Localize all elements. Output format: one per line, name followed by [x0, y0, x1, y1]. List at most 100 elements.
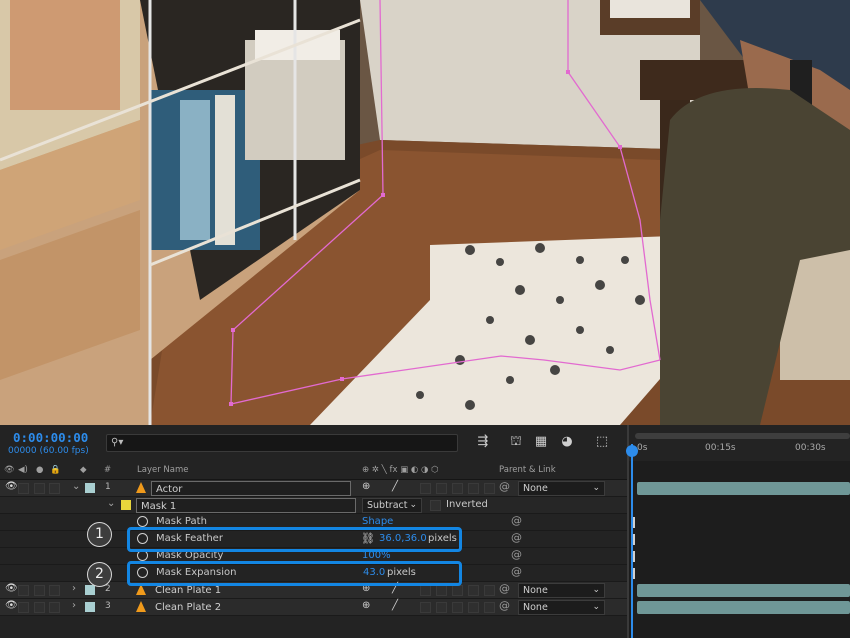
- layer-switches-icons: ⊕ ✲ ╲ fx ▣ ◐ ◑ ⬡: [362, 465, 439, 475]
- time-ruler[interactable]: 0s 00:15s 00:30s: [629, 425, 850, 461]
- frame-blend-toggle[interactable]: [436, 602, 447, 613]
- frame-blending-icon[interactable]: ▦: [531, 433, 551, 451]
- timeline-graph[interactable]: 0s 00:15s 00:30s: [627, 425, 850, 638]
- layer-duration-bar-actor[interactable]: [637, 482, 850, 495]
- current-time-indicator-handle[interactable]: [626, 445, 638, 457]
- layer-label-color[interactable]: [85, 483, 95, 493]
- quality-switch-icon[interactable]: ╱: [392, 481, 398, 492]
- eye-icon[interactable]: 👁: [5, 600, 18, 611]
- pickwhip-icon[interactable]: @: [499, 599, 510, 612]
- effect-toggle[interactable]: [420, 483, 431, 494]
- layer-duration-bar-clean-plate-1[interactable]: [637, 584, 850, 597]
- shy-switch-icon[interactable]: ⊕: [362, 600, 370, 611]
- inverted-checkbox[interactable]: [430, 500, 441, 511]
- audio-switch-icon[interactable]: ◀): [18, 465, 28, 475]
- 3d-layer-toggle[interactable]: [484, 483, 495, 494]
- motion-blur-icon[interactable]: ◕: [557, 433, 577, 451]
- solo-toggle[interactable]: [34, 602, 45, 613]
- chevron-down-icon[interactable]: ⌄: [107, 498, 115, 509]
- adjustment-toggle[interactable]: [468, 585, 479, 596]
- mask-path-value[interactable]: Shape: [362, 516, 393, 527]
- quality-switch-icon[interactable]: ╱: [392, 600, 398, 611]
- video-switch-icon[interactable]: 👁: [4, 465, 15, 475]
- keyframe-marker[interactable]: [633, 551, 635, 562]
- mask-row[interactable]: ⌄ Mask 1 Subtract ⌄ Inverted: [0, 497, 627, 514]
- lock-switch-icon[interactable]: 🔒: [50, 465, 61, 475]
- pickwhip-icon[interactable]: @: [511, 565, 522, 578]
- mask-mode-dropdown[interactable]: Subtract ⌄: [362, 498, 422, 513]
- eye-icon[interactable]: 👁: [5, 583, 18, 594]
- pickwhip-icon[interactable]: @: [499, 480, 510, 493]
- ruler-tick-15: 00:15s: [705, 443, 736, 453]
- draft-3d-icon[interactable]: ⛫: [506, 433, 526, 451]
- keyframe-marker[interactable]: [633, 568, 635, 579]
- layer-name-header[interactable]: Layer Name: [137, 465, 188, 475]
- mask-mode-value: Subtract: [367, 500, 408, 511]
- pickwhip-icon[interactable]: @: [499, 582, 510, 595]
- adjustment-toggle[interactable]: [468, 602, 479, 613]
- layer-name[interactable]: Actor: [151, 481, 351, 496]
- keyframe-marker[interactable]: [633, 517, 635, 528]
- layer-number: 2: [105, 584, 111, 594]
- pickwhip-icon[interactable]: @: [511, 548, 522, 561]
- audio-toggle[interactable]: [18, 602, 29, 613]
- effect-toggle[interactable]: [420, 602, 431, 613]
- motion-blur-toggle[interactable]: [452, 602, 463, 613]
- label-tag-icon[interactable]: ◆: [80, 465, 87, 475]
- chevron-down-icon: ⌄: [409, 500, 417, 510]
- mask-path-label: Mask Path: [156, 516, 207, 527]
- chevron-right-icon[interactable]: ›: [72, 583, 76, 594]
- current-time-indicator[interactable]: [631, 444, 633, 638]
- pickwhip-icon[interactable]: @: [511, 531, 522, 544]
- mask-feather-highlight: [127, 527, 462, 552]
- lock-toggle[interactable]: [49, 602, 60, 613]
- layer-label-color[interactable]: [85, 585, 95, 595]
- layer-row-clean-plate-2[interactable]: 👁 › 3 Clean Plate 2 ⊕ ╱ @ None ⌄: [0, 599, 627, 616]
- parent-dropdown[interactable]: None ⌄: [518, 583, 605, 598]
- frame-blend-toggle[interactable]: [436, 483, 447, 494]
- motion-blur-toggle[interactable]: [452, 483, 463, 494]
- frame-rate-display: 00000 (60.00 fps): [8, 446, 89, 456]
- mask-color-swatch[interactable]: [121, 500, 131, 510]
- layer-row-actor[interactable]: 👁 ⌄ 1 Actor ⊕ ╱ @ None ⌄: [0, 480, 627, 497]
- layer-duration-bar-clean-plate-2[interactable]: [637, 601, 850, 614]
- effect-toggle[interactable]: [420, 585, 431, 596]
- lock-toggle[interactable]: [49, 483, 60, 494]
- lock-toggle[interactable]: [49, 585, 60, 596]
- viewer-footage: [0, 0, 850, 425]
- solo-toggle[interactable]: [34, 585, 45, 596]
- 3d-layer-toggle[interactable]: [484, 602, 495, 613]
- parent-link-header: Parent & Link: [499, 465, 556, 475]
- pickwhip-icon[interactable]: @: [511, 514, 522, 527]
- audio-toggle[interactable]: [18, 483, 29, 494]
- parent-dropdown[interactable]: None ⌄: [518, 481, 605, 496]
- stopwatch-icon[interactable]: [137, 516, 148, 527]
- mask-name[interactable]: Mask 1: [136, 498, 356, 513]
- chevron-right-icon[interactable]: ›: [72, 600, 76, 611]
- layer-label-color[interactable]: [85, 602, 95, 612]
- composition-viewer[interactable]: [0, 0, 850, 425]
- solo-toggle[interactable]: [34, 483, 45, 494]
- solo-switch-icon[interactable]: ●: [36, 465, 43, 475]
- graph-editor-icon[interactable]: ⬚: [592, 433, 612, 451]
- audio-toggle[interactable]: [18, 585, 29, 596]
- search-icon: ⚲▾: [111, 437, 124, 448]
- shy-switch-icon[interactable]: ⊕: [362, 481, 370, 492]
- motion-blur-toggle[interactable]: [452, 585, 463, 596]
- frame-blend-toggle[interactable]: [436, 585, 447, 596]
- layer-search-field[interactable]: ⚲▾: [106, 434, 458, 452]
- chevron-down-icon: ⌄: [592, 483, 600, 493]
- adjustment-toggle[interactable]: [468, 483, 479, 494]
- composition-flowchart-icon[interactable]: ⇶: [473, 433, 493, 451]
- callout-badge-2: 2: [87, 562, 112, 587]
- work-area-bar[interactable]: [635, 433, 850, 439]
- layer-name[interactable]: Clean Plate 2: [151, 600, 221, 615]
- eye-icon[interactable]: 👁: [5, 481, 18, 492]
- ruler-tick-30: 00:30s: [795, 443, 826, 453]
- chevron-down-icon[interactable]: ⌄: [72, 481, 80, 492]
- layer-column-header: 👁 ◀) ● 🔒 ◆ # Layer Name ⊕ ✲ ╲ fx ▣ ◐ ◑ ⬡…: [0, 461, 627, 480]
- 3d-layer-toggle[interactable]: [484, 585, 495, 596]
- keyframe-marker[interactable]: [633, 534, 635, 545]
- parent-dropdown[interactable]: None ⌄: [518, 600, 605, 615]
- current-time-display[interactable]: 0:00:00:00: [13, 430, 88, 445]
